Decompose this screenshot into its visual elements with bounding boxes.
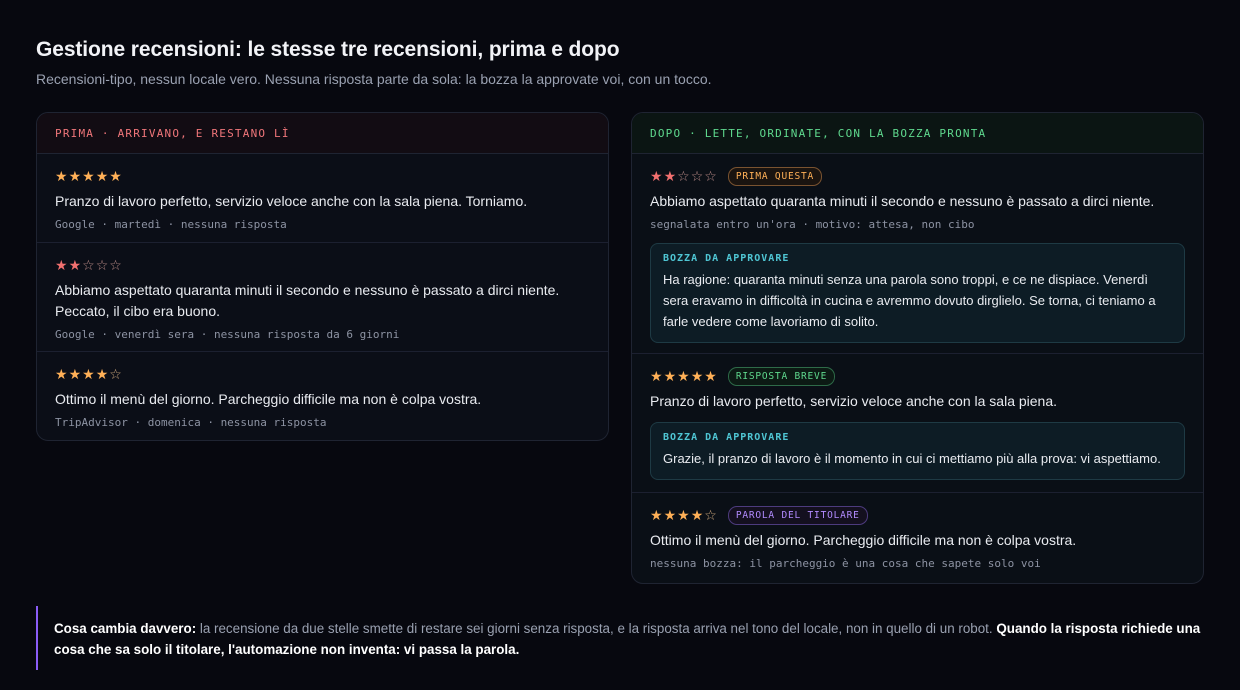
before-panel: PRIMA · ARRIVANO, E RESTANO LÌ ★★★★★ Pra… [36, 112, 609, 441]
star-filled-icon: ★ [690, 507, 705, 523]
owner-word-badge: PAROLA DEL TITOLARE [727, 506, 868, 525]
short-reply-badge: RISPOSTA BREVE [727, 367, 836, 386]
after-panel-header: DOPO · LETTE, ORDINATE, CON LA BOZZA PRO… [632, 113, 1203, 154]
star-outline-icon: ☆ [109, 366, 123, 382]
star-filled-icon: ★ [55, 168, 69, 184]
star-outline-icon: ☆ [704, 507, 718, 523]
star-filled-icon: ★ [677, 368, 691, 384]
star-filled-icon: ★ [82, 168, 96, 184]
page-subtitle: Recensioni-tipo, nessun locale vero. Nes… [36, 71, 712, 87]
star-rating: ★★★★★ [650, 368, 718, 385]
star-rating: ★★☆☆☆ [55, 257, 123, 274]
review-meta: nessuna bozza: il parcheggio è una cosa … [650, 557, 1041, 570]
star-filled-icon: ★ [55, 257, 69, 273]
star-filled-icon: ★ [55, 366, 69, 382]
review-text: Abbiamo aspettato quaranta minuti il sec… [650, 193, 1155, 209]
after-panel: DOPO · LETTE, ORDINATE, CON LA BOZZA PRO… [631, 112, 1204, 584]
review-card[interactable]: ★★★★☆ Ottimo il menù del giorno. Parcheg… [37, 352, 608, 431]
star-filled-icon: ★ [68, 168, 83, 184]
star-filled-icon: ★ [663, 507, 678, 523]
star-outline-icon: ☆ [95, 257, 110, 273]
summary-lead: Cosa cambia davvero: [54, 621, 197, 636]
star-rating: ★★★★☆ [55, 366, 123, 383]
star-filled-icon: ★ [650, 507, 664, 523]
review-text: Pranzo di lavoro perfetto, servizio velo… [55, 193, 528, 209]
priority-badge: PRIMA QUESTA [727, 167, 823, 186]
before-panel-header: PRIMA · ARRIVANO, E RESTANO LÌ [37, 113, 608, 154]
star-rating: ★★★★★ [55, 168, 123, 185]
star-outline-icon: ☆ [677, 168, 691, 184]
star-filled-icon: ★ [663, 168, 678, 184]
star-rating: ★★☆☆☆ [650, 168, 718, 185]
review-card[interactable]: ★★★★★ RISPOSTA BREVE Pranzo di lavoro pe… [632, 354, 1203, 493]
star-outline-icon: ☆ [82, 257, 96, 273]
review-card[interactable]: ★★★★★ Pranzo di lavoro perfetto, servizi… [37, 154, 608, 243]
star-filled-icon: ★ [68, 257, 83, 273]
review-text: Ottimo il menù del giorno. Parcheggio di… [650, 532, 1077, 548]
review-card[interactable]: ★★★★☆ PAROLA DEL TITOLARE Ottimo il menù… [632, 493, 1203, 572]
review-meta: segnalata entro un'ora · motivo: attesa,… [650, 218, 975, 231]
draft-reply[interactable]: BOZZA DA APPROVARE Ha ragione: quaranta … [650, 243, 1185, 343]
review-card[interactable]: ★★☆☆☆ PRIMA QUESTA Abbiamo aspettato qua… [632, 154, 1203, 354]
star-filled-icon: ★ [109, 168, 123, 184]
star-filled-icon: ★ [95, 168, 110, 184]
star-filled-icon: ★ [650, 368, 664, 384]
star-outline-icon: ☆ [109, 257, 123, 273]
star-filled-icon: ★ [68, 366, 83, 382]
review-card[interactable]: ★★☆☆☆ Abbiamo aspettato quaranta minuti … [37, 243, 608, 352]
star-filled-icon: ★ [82, 366, 96, 382]
draft-label: BOZZA DA APPROVARE [663, 432, 790, 443]
review-text: Abbiamo aspettato quaranta minuti il sec… [55, 282, 560, 319]
star-filled-icon: ★ [95, 366, 110, 382]
summary-callout: Cosa cambia davvero: la recensione da du… [36, 606, 1206, 670]
page-title: Gestione recensioni: le stesse tre recen… [36, 38, 620, 61]
star-filled-icon: ★ [677, 507, 691, 523]
star-filled-icon: ★ [690, 368, 705, 384]
review-text: Ottimo il menù del giorno. Parcheggio di… [55, 391, 482, 407]
draft-label: BOZZA DA APPROVARE [663, 253, 790, 264]
star-filled-icon: ★ [704, 368, 718, 384]
star-rating: ★★★★☆ [650, 507, 718, 524]
summary-body: la recensione da due stelle smette di re… [196, 621, 997, 636]
star-filled-icon: ★ [663, 368, 678, 384]
draft-reply[interactable]: BOZZA DA APPROVARE Grazie, il pranzo di … [650, 422, 1185, 480]
star-filled-icon: ★ [650, 168, 664, 184]
star-outline-icon: ☆ [704, 168, 718, 184]
draft-text: Grazie, il pranzo di lavoro è il momento… [663, 451, 1161, 466]
review-meta: Google · venerdì sera · nessuna risposta… [55, 328, 400, 341]
star-outline-icon: ☆ [690, 168, 705, 184]
review-meta: Google · martedì · nessuna risposta [55, 218, 287, 231]
review-text: Pranzo di lavoro perfetto, servizio velo… [650, 393, 1058, 409]
draft-text: Ha ragione: quaranta minuti senza una pa… [663, 272, 1156, 329]
review-meta: TripAdvisor · domenica · nessuna rispost… [55, 416, 327, 429]
